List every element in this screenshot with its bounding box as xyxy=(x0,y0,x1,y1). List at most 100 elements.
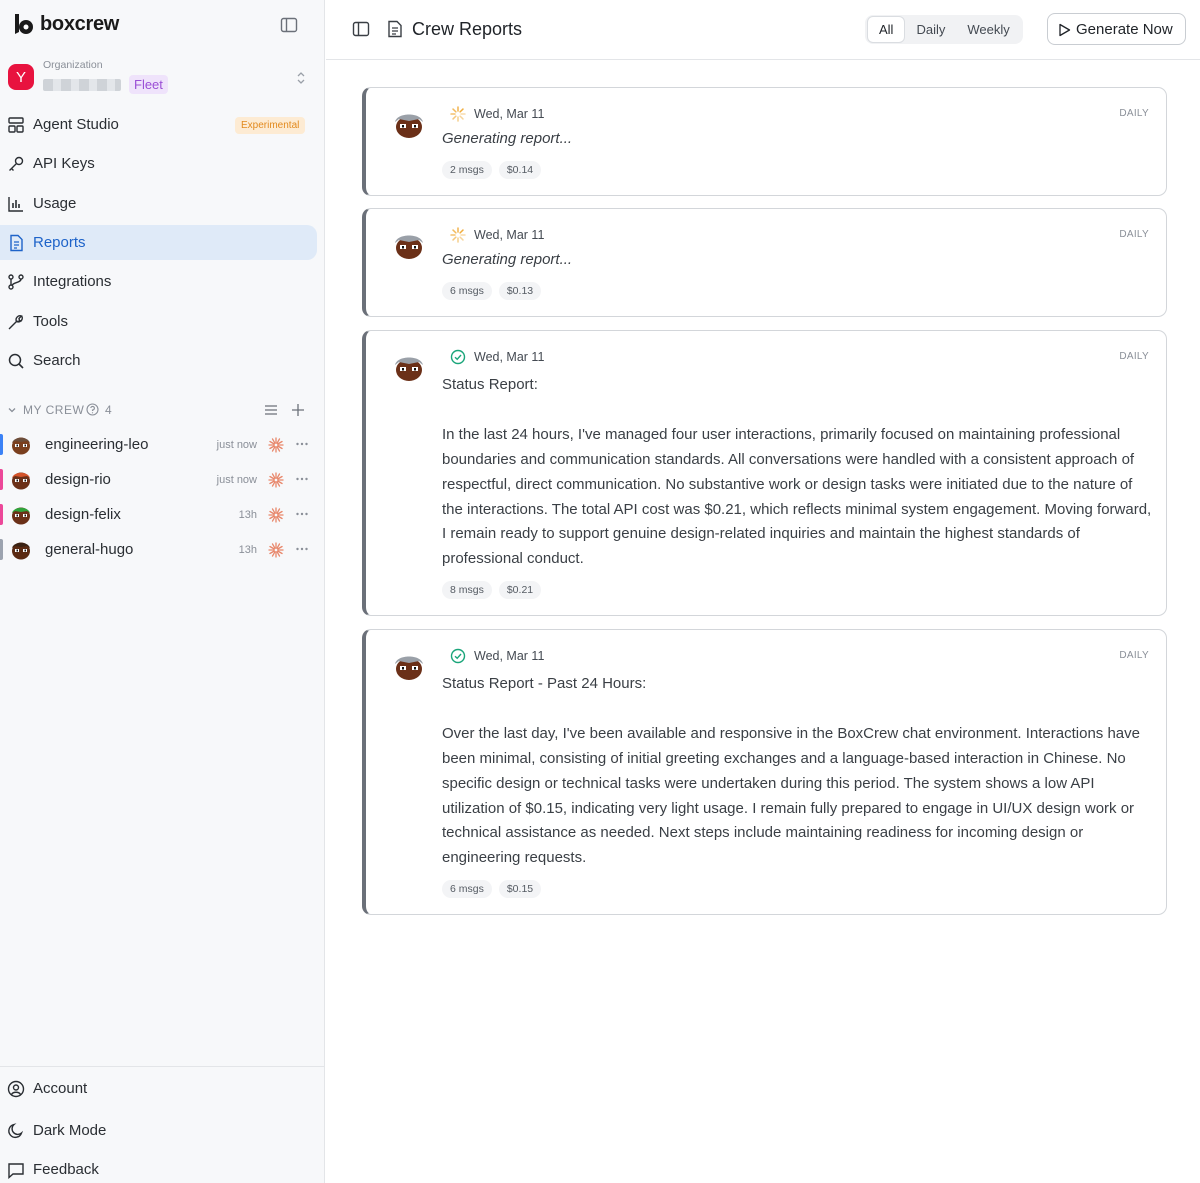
sidebar-item-search[interactable]: Search xyxy=(0,343,317,378)
brand-name: boxcrew xyxy=(40,12,120,35)
cost-badge: $0.14 xyxy=(498,161,542,179)
layout-icon xyxy=(8,117,24,133)
feedback-label: Feedback xyxy=(33,1161,99,1178)
crew-status-bar xyxy=(0,469,3,490)
message-count-badge: 2 msgs xyxy=(442,161,492,179)
crew-member-name: design-felix xyxy=(45,506,121,523)
report-date: Wed, Mar 11 xyxy=(474,649,545,663)
generate-now-button[interactable]: Generate Now xyxy=(1047,13,1186,45)
sidebar-item-label: Integrations xyxy=(33,273,112,290)
sidebar-toggle-icon[interactable] xyxy=(352,20,370,38)
moon-icon xyxy=(8,1123,24,1139)
sidebar-item-api-keys[interactable]: API Keys xyxy=(0,146,317,181)
filter-all[interactable]: All xyxy=(867,16,906,43)
filter-daily[interactable]: Daily xyxy=(905,17,956,42)
crew-member-general-hugo[interactable]: general-hugo 13h xyxy=(0,539,325,571)
dark-mode-label: Dark Mode xyxy=(33,1122,107,1139)
sparkle-icon xyxy=(268,507,284,523)
list-icon[interactable] xyxy=(264,403,278,417)
report-stats: 2 msgs $0.14 xyxy=(442,160,548,179)
crew-status-bar xyxy=(0,504,3,525)
report-type-label: DAILY xyxy=(1119,108,1149,119)
message-count-badge: 6 msgs xyxy=(442,880,492,898)
sidebar-item-label: API Keys xyxy=(33,155,95,172)
org-avatar: Y xyxy=(8,64,34,90)
boxcrew-logo-icon xyxy=(15,14,33,34)
agent-avatar xyxy=(395,235,423,259)
user-circle-icon xyxy=(7,1080,25,1098)
document-icon xyxy=(10,234,23,252)
dark-mode-toggle[interactable]: Dark Mode xyxy=(0,1116,325,1146)
report-card[interactable]: Wed, Mar 11 DAILY Status Report: In the la… xyxy=(362,330,1167,616)
my-crew-header: MY CREW 4 xyxy=(0,400,325,420)
message-count-badge: 6 msgs xyxy=(442,282,492,300)
crew-count: 4 xyxy=(105,403,112,417)
loading-spinner-icon xyxy=(450,227,466,243)
report-date: Wed, Mar 11 xyxy=(474,107,545,121)
crew-member-last-active: just now xyxy=(216,439,257,451)
more-options-icon[interactable] xyxy=(295,507,309,521)
account-label: Account xyxy=(33,1080,88,1097)
fleet-badge: Fleet xyxy=(129,75,168,94)
org-name-redacted xyxy=(43,79,121,91)
top-bar: Crew Reports All Daily Weekly Generate N… xyxy=(326,0,1200,60)
report-card[interactable]: Wed, Mar 11 DAILY Status Report - Past 24 … xyxy=(362,629,1167,915)
account-button[interactable]: Account xyxy=(0,1074,325,1104)
crew-member-design-felix[interactable]: design-felix 13h xyxy=(0,504,325,536)
more-options-icon[interactable] xyxy=(295,437,309,451)
sidebar-item-agent-studio[interactable]: Agent Studio Experimental xyxy=(0,107,317,142)
sidebar-item-label: Reports xyxy=(33,234,86,251)
report-card[interactable]: Wed, Mar 11 DAILY Generating report... 6 ms… xyxy=(362,208,1167,317)
report-card[interactable]: Wed, Mar 11 DAILY Generating report... 2 ms… xyxy=(362,87,1167,196)
sidebar: boxcrew Y Organization Fleet Agent Studi… xyxy=(0,0,325,1183)
generate-now-label: Generate Now xyxy=(1076,21,1173,38)
report-stats: 6 msgs $0.15 xyxy=(442,879,548,898)
plus-icon[interactable] xyxy=(291,403,305,417)
more-options-icon[interactable] xyxy=(295,472,309,486)
filter-weekly[interactable]: Weekly xyxy=(956,17,1020,42)
my-crew-title: MY CREW xyxy=(23,403,85,417)
crew-avatar xyxy=(12,507,30,525)
crew-member-last-active: 13h xyxy=(238,544,257,556)
sidebar-item-label: Search xyxy=(33,352,81,369)
experimental-badge: Experimental xyxy=(235,117,306,134)
organization-switcher[interactable]: Y Organization Fleet xyxy=(8,58,316,98)
org-label: Organization xyxy=(43,59,103,71)
cost-badge: $0.13 xyxy=(498,282,542,300)
sidebar-collapse-icon[interactable] xyxy=(280,16,298,34)
sidebar-item-label: Tools xyxy=(33,313,69,330)
report-type-label: DAILY xyxy=(1119,229,1149,240)
message-square-icon xyxy=(8,1163,24,1179)
brand-logo[interactable]: boxcrew xyxy=(12,12,119,36)
sidebar-item-integrations[interactable]: Integrations xyxy=(0,264,317,299)
more-options-icon[interactable] xyxy=(295,542,309,556)
feedback-button[interactable]: Feedback xyxy=(0,1155,325,1183)
sparkle-icon xyxy=(268,542,284,558)
crew-member-last-active: 13h xyxy=(238,509,257,521)
sidebar-item-reports[interactable]: Reports xyxy=(0,225,317,260)
sidebar-item-usage[interactable]: Usage xyxy=(0,186,317,221)
report-filter-tabs: All Daily Weekly xyxy=(865,15,1023,44)
key-icon xyxy=(9,156,24,171)
crew-member-design-rio[interactable]: design-rio just now xyxy=(0,469,325,501)
sidebar-item-tools[interactable]: Tools xyxy=(0,304,317,339)
report-stats: 8 msgs $0.21 xyxy=(442,580,548,599)
wrench-icon xyxy=(8,315,23,330)
crew-status-bar xyxy=(0,434,3,455)
crew-member-engineering-leo[interactable]: engineering-leo just now xyxy=(0,434,325,466)
page-title: Crew Reports xyxy=(412,19,523,39)
crew-avatar xyxy=(12,437,30,455)
report-date: Wed, Mar 11 xyxy=(474,350,545,364)
report-stats: 6 msgs $0.13 xyxy=(442,281,548,300)
report-body: Status Report - Past 24 Hours: Over the … xyxy=(442,675,1140,867)
report-type-label: DAILY xyxy=(1119,650,1149,661)
sidebar-item-label: Agent Studio xyxy=(33,116,119,133)
help-circle-icon[interactable] xyxy=(86,403,99,416)
chevron-down-icon[interactable] xyxy=(7,405,17,415)
crew-member-name: design-rio xyxy=(45,471,111,488)
sparkle-icon xyxy=(268,472,284,488)
cost-badge: $0.15 xyxy=(498,880,542,898)
search-icon xyxy=(8,353,24,369)
sparkle-icon xyxy=(268,437,284,453)
crew-member-name: engineering-leo xyxy=(45,436,149,453)
